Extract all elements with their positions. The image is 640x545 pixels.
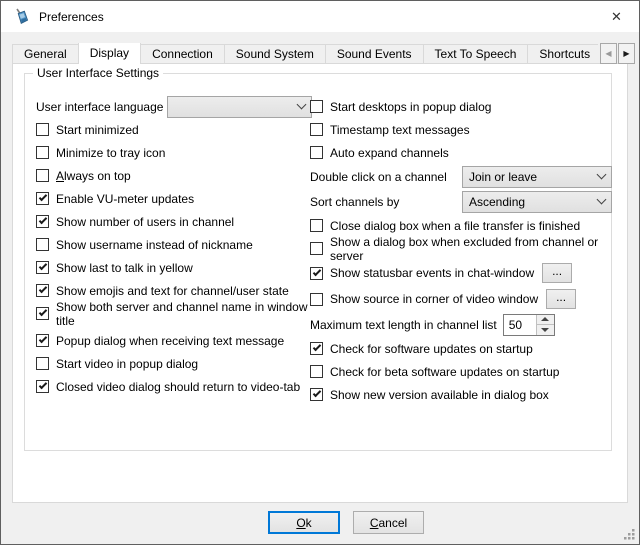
spin-up-button[interactable]	[537, 315, 554, 326]
close-on-transfer-checkbox[interactable]	[310, 219, 323, 232]
arrow-right-icon: ▶	[623, 49, 629, 58]
checkbox-row: Show last to talk in yellow	[36, 256, 312, 279]
start-minimized-checkbox[interactable]	[36, 123, 49, 136]
checkbox-row: Enable VU-meter updates	[36, 187, 312, 210]
max-text-length-value[interactable]: 50	[504, 315, 536, 335]
new-version-dialog-checkbox[interactable]	[310, 388, 323, 401]
app-icon	[12, 7, 31, 26]
triangle-up-icon	[541, 317, 549, 321]
checkbox-row: Timestamp text messages	[310, 118, 612, 141]
closed-video-return-checkbox[interactable]	[36, 380, 49, 393]
max-text-length-label: Maximum text length in channel list	[310, 318, 497, 332]
chevron-down-icon	[297, 100, 307, 110]
statusbar-events-row: Show statusbar events in chat-window ...	[310, 260, 612, 286]
checkbox-row: Start video in popup dialog	[36, 352, 312, 375]
window-title: Preferences	[39, 10, 104, 24]
checkbox-row: Show number of users in channel	[36, 210, 312, 233]
left-column: User interface language Start minimized …	[36, 95, 312, 398]
excluded-dialog-checkbox[interactable]	[310, 242, 323, 255]
sort-channels-label: Sort channels by	[310, 195, 399, 209]
sort-channels-select[interactable]: Ascending	[462, 191, 612, 213]
tab-display[interactable]: Display	[78, 43, 141, 64]
double-click-row: Double click on a channel Join or leave	[310, 164, 612, 189]
checkbox-row: Check for software updates on startup	[310, 337, 612, 360]
video-source-browse-button[interactable]: ...	[546, 289, 576, 309]
double-click-select[interactable]: Join or leave	[462, 166, 612, 188]
tab-bar: General Display Connection Sound System …	[12, 43, 598, 64]
checkbox-row: Show username instead of nickname	[36, 233, 312, 256]
statusbar-events-browse-button[interactable]: ...	[542, 263, 572, 283]
checkbox-row: Minimize to tray icon	[36, 141, 312, 164]
arrow-left-icon: ◀	[605, 49, 611, 58]
max-text-length-row: Maximum text length in channel list 50	[310, 312, 612, 337]
checkbox-row: Start minimized	[36, 118, 312, 141]
vu-meter-checkbox[interactable]	[36, 192, 49, 205]
checkbox-row: Show new version available in dialog box	[310, 383, 612, 406]
checkbox-row: Auto expand channels	[310, 141, 612, 164]
double-click-label: Double click on a channel	[310, 170, 447, 184]
always-on-top-checkbox[interactable]	[36, 169, 49, 182]
checkbox-row: Closed video dialog should return to vid…	[36, 375, 312, 398]
checkbox-row: Always on top	[36, 164, 312, 187]
beta-updates-checkbox[interactable]	[310, 365, 323, 378]
max-text-length-spinner[interactable]: 50	[503, 314, 555, 336]
tab-general[interactable]: General	[12, 44, 79, 64]
chevron-down-icon	[597, 170, 607, 180]
statusbar-events-checkbox[interactable]	[310, 267, 323, 280]
popup-text-message-checkbox[interactable]	[36, 334, 49, 347]
spin-down-button[interactable]	[537, 325, 554, 335]
video-popup-checkbox[interactable]	[36, 357, 49, 370]
chevron-down-icon	[597, 195, 607, 205]
resize-grip[interactable]	[623, 528, 636, 541]
right-column: Start desktops in popup dialog Timestamp…	[310, 95, 612, 406]
show-user-count-checkbox[interactable]	[36, 215, 49, 228]
desktops-popup-checkbox[interactable]	[310, 100, 323, 113]
close-button[interactable]: ✕	[594, 1, 639, 32]
software-updates-checkbox[interactable]	[310, 342, 323, 355]
triangle-down-icon	[541, 328, 549, 332]
group-title: User Interface Settings	[33, 66, 163, 80]
emojis-checkbox[interactable]	[36, 284, 49, 297]
show-username-checkbox[interactable]	[36, 238, 49, 251]
cancel-button[interactable]: Cancel	[353, 511, 424, 534]
checkbox-row: Show a dialog box when excluded from cha…	[310, 237, 612, 260]
minimize-to-tray-checkbox[interactable]	[36, 146, 49, 159]
checkbox-row: Popup dialog when receiving text message	[36, 329, 312, 352]
language-label: User interface language	[36, 100, 163, 114]
sort-channels-row: Sort channels by Ascending	[310, 189, 612, 214]
checkbox-row: Show both server and channel name in win…	[36, 302, 312, 325]
language-row: User interface language	[36, 95, 312, 118]
tab-sound-system[interactable]: Sound System	[224, 44, 326, 64]
checkbox-row: Start desktops in popup dialog	[310, 95, 612, 118]
tab-scroll-buttons: ◀ ▶	[599, 43, 635, 64]
language-select[interactable]	[167, 96, 312, 118]
tab-text-to-speech[interactable]: Text To Speech	[423, 44, 529, 64]
titlebar[interactable]: Preferences ✕	[1, 1, 639, 32]
tab-scroll-left-button[interactable]: ◀	[600, 43, 617, 64]
timestamp-checkbox[interactable]	[310, 123, 323, 136]
video-source-checkbox[interactable]	[310, 293, 323, 306]
tab-connection[interactable]: Connection	[140, 44, 225, 64]
checkbox-row: Check for beta software updates on start…	[310, 360, 612, 383]
close-icon: ✕	[611, 9, 622, 25]
tab-scroll-right-button[interactable]: ▶	[618, 43, 635, 64]
preferences-dialog: Preferences ✕ General Display Connection…	[0, 0, 640, 545]
user-interface-settings-group: User Interface Settings User interface l…	[24, 73, 612, 451]
window-title-checkbox[interactable]	[36, 307, 49, 320]
tab-shortcuts[interactable]: Shortcuts	[527, 44, 598, 64]
auto-expand-checkbox[interactable]	[310, 146, 323, 159]
video-source-row: Show source in corner of video window ..…	[310, 286, 612, 312]
ok-button[interactable]: Ok	[268, 511, 340, 534]
last-to-talk-checkbox[interactable]	[36, 261, 49, 274]
display-tab-page: User Interface Settings User interface l…	[12, 63, 628, 503]
tab-sound-events[interactable]: Sound Events	[325, 44, 424, 64]
